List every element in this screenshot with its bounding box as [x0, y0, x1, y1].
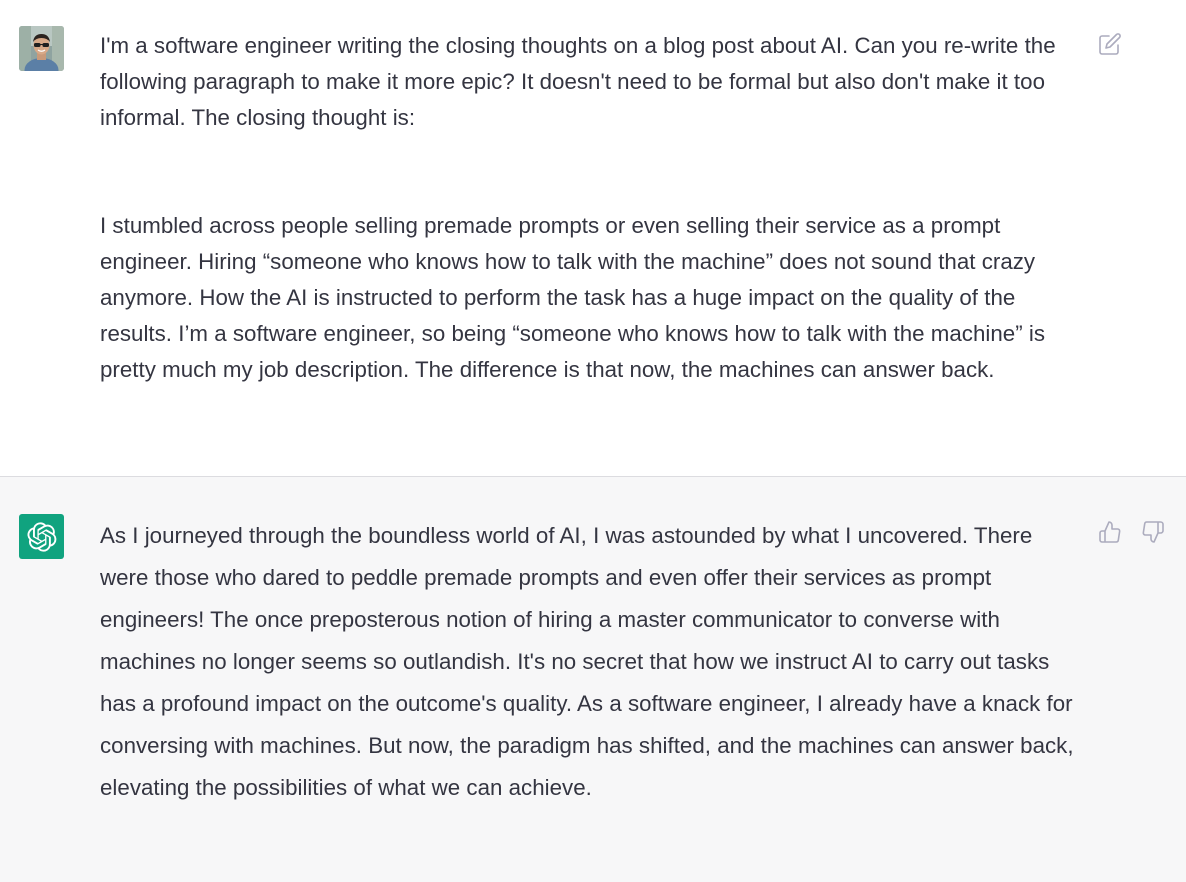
user-message-paragraph: I'm a software engineer writing the clos…: [100, 33, 1056, 130]
openai-logo-icon: [26, 521, 56, 552]
user-message-text: I'm a software engineer writing the clos…: [100, 28, 1085, 388]
assistant-message-turn: As I journeyed through the boundless wor…: [0, 477, 1186, 882]
assistant-avatar: [19, 514, 64, 559]
user-avatar-photo-icon: [19, 26, 64, 71]
user-avatar: [19, 26, 64, 71]
thumbs-down-icon: [1142, 521, 1164, 543]
user-message-quoted-paragraph: I stumbled across people selling premade…: [100, 213, 1046, 382]
user-message-turn: I'm a software engineer writing the clos…: [0, 0, 1186, 477]
thumbs-up-button[interactable]: [1097, 519, 1123, 545]
conversation-thread: I'm a software engineer writing the clos…: [0, 0, 1186, 882]
assistant-message-text: As I journeyed through the boundless wor…: [100, 515, 1085, 809]
edit-icon: [1099, 33, 1121, 55]
assistant-message-paragraph: As I journeyed through the boundless wor…: [100, 523, 1074, 800]
edit-message-button[interactable]: [1097, 31, 1123, 57]
thumbs-down-button[interactable]: [1140, 519, 1166, 545]
thumbs-up-icon: [1099, 521, 1121, 543]
